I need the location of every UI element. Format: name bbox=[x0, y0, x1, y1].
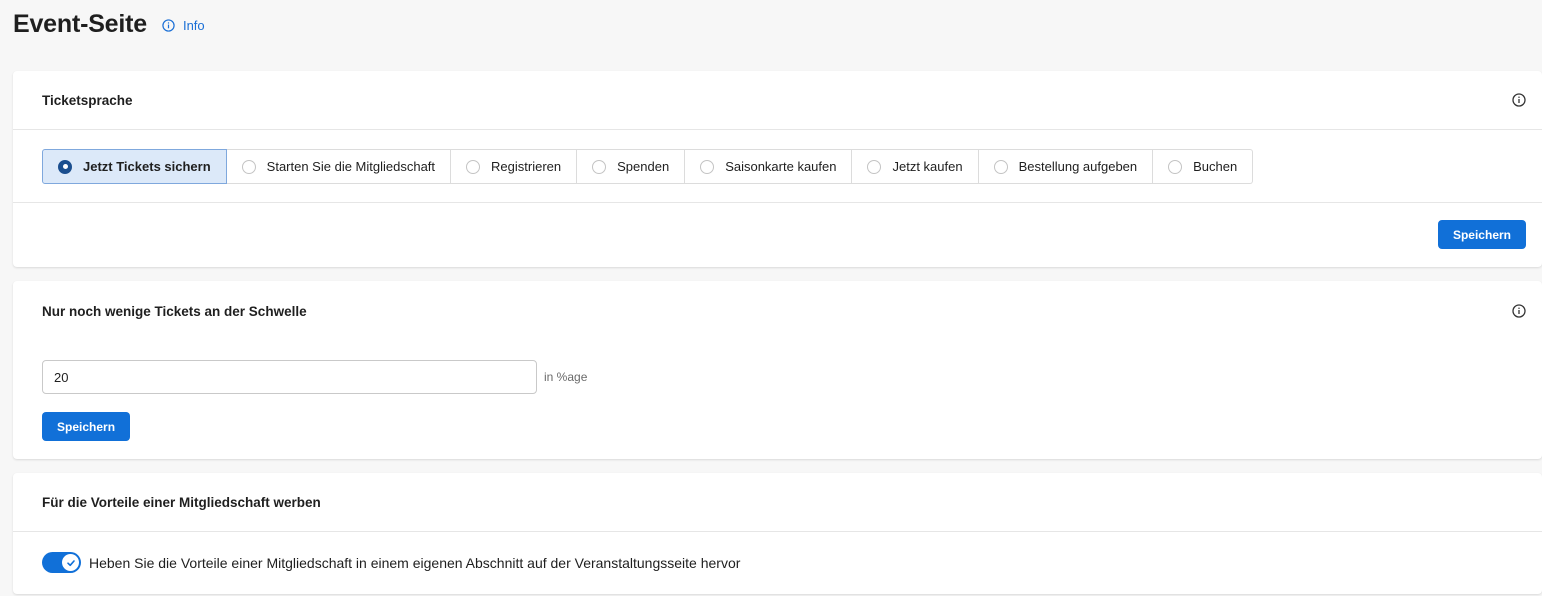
radio-circle[interactable] bbox=[466, 159, 481, 174]
page-header: Event-Seite Info bbox=[13, 10, 205, 39]
radio-circle[interactable] bbox=[1168, 159, 1183, 174]
check-icon bbox=[66, 559, 75, 566]
radio-option-label: Saisonkarte kaufen bbox=[725, 159, 837, 174]
radio-option-starten-sie-die-mitgliedschaft[interactable]: Starten Sie die Mitgliedschaft bbox=[226, 149, 452, 184]
divider bbox=[13, 531, 1542, 532]
radio-option-label: Jetzt Tickets sichern bbox=[83, 159, 211, 174]
ticket-language-card: Ticketsprache Jetzt Tickets sichern Star… bbox=[13, 71, 1542, 267]
threshold-card: Nur noch wenige Tickets an der Schwelle … bbox=[13, 281, 1542, 459]
radio-circle[interactable] bbox=[993, 159, 1008, 174]
page-title: Event-Seite bbox=[13, 10, 147, 38]
info-circle-icon[interactable] bbox=[1512, 93, 1526, 107]
toggle-knob bbox=[62, 554, 79, 571]
threshold-title: Nur noch wenige Tickets an der Schwelle bbox=[42, 303, 307, 319]
membership-toggle-label: Heben Sie die Vorteile einer Mitgliedsch… bbox=[89, 554, 741, 571]
membership-toggle[interactable] bbox=[42, 552, 81, 573]
radio-option-label: Bestellung aufgeben bbox=[1018, 159, 1138, 174]
divider bbox=[13, 129, 1542, 130]
radio-circle[interactable] bbox=[241, 159, 256, 174]
radio-option-label: Jetzt kaufen bbox=[892, 159, 963, 174]
membership-title: Für die Vorteile einer Mitgliedschaft we… bbox=[42, 494, 321, 510]
ticket-language-header: Ticketsprache bbox=[13, 71, 1542, 129]
membership-header: Für die Vorteile einer Mitgliedschaft we… bbox=[13, 473, 1542, 531]
radio-option-label: Spenden bbox=[617, 159, 670, 174]
membership-toggle-row: Heben Sie die Vorteile einer Mitgliedsch… bbox=[42, 552, 1542, 573]
radio-option-registrieren[interactable]: Registrieren bbox=[451, 149, 578, 184]
membership-card: Für die Vorteile einer Mitgliedschaft we… bbox=[13, 473, 1542, 594]
radio-option-label: Starten Sie die Mitgliedschaft bbox=[266, 159, 436, 174]
threshold-input-row: in %age bbox=[42, 360, 1542, 394]
radio-circle[interactable] bbox=[700, 159, 715, 174]
radio-option-saisonkarte-kaufen[interactable]: Saisonkarte kaufen bbox=[685, 149, 853, 184]
save-button[interactable]: Speichern bbox=[42, 412, 131, 441]
save-button[interactable]: Speichern bbox=[1437, 220, 1526, 249]
info-circle-icon[interactable] bbox=[1512, 304, 1526, 318]
ticket-language-radio-group: Jetzt Tickets sichern Starten Sie die Mi… bbox=[42, 149, 1542, 184]
info-link-label: Info bbox=[182, 18, 205, 33]
threshold-input[interactable] bbox=[42, 360, 537, 394]
radio-option-jetzt-kaufen[interactable]: Jetzt kaufen bbox=[852, 149, 979, 184]
radio-option-spenden[interactable]: Spenden bbox=[577, 149, 686, 184]
radio-circle[interactable] bbox=[592, 159, 607, 174]
threshold-header: Nur noch wenige Tickets an der Schwelle bbox=[13, 281, 1542, 341]
radio-circle[interactable] bbox=[867, 159, 882, 174]
info-circle-icon bbox=[162, 19, 175, 32]
radio-option-jetzt-tickets-sichern[interactable]: Jetzt Tickets sichern bbox=[42, 149, 227, 184]
ticket-language-title: Ticketsprache bbox=[42, 92, 133, 108]
radio-option-buchen[interactable]: Buchen bbox=[1153, 149, 1254, 184]
info-link[interactable]: Info bbox=[162, 18, 205, 33]
radio-option-bestellung-aufgeben[interactable]: Bestellung aufgeben bbox=[978, 149, 1154, 184]
threshold-unit-label: in %age bbox=[544, 370, 588, 384]
radio-circle[interactable] bbox=[58, 159, 72, 174]
radio-option-label: Buchen bbox=[1193, 159, 1238, 174]
radio-option-label: Registrieren bbox=[491, 159, 562, 174]
divider bbox=[13, 202, 1542, 203]
